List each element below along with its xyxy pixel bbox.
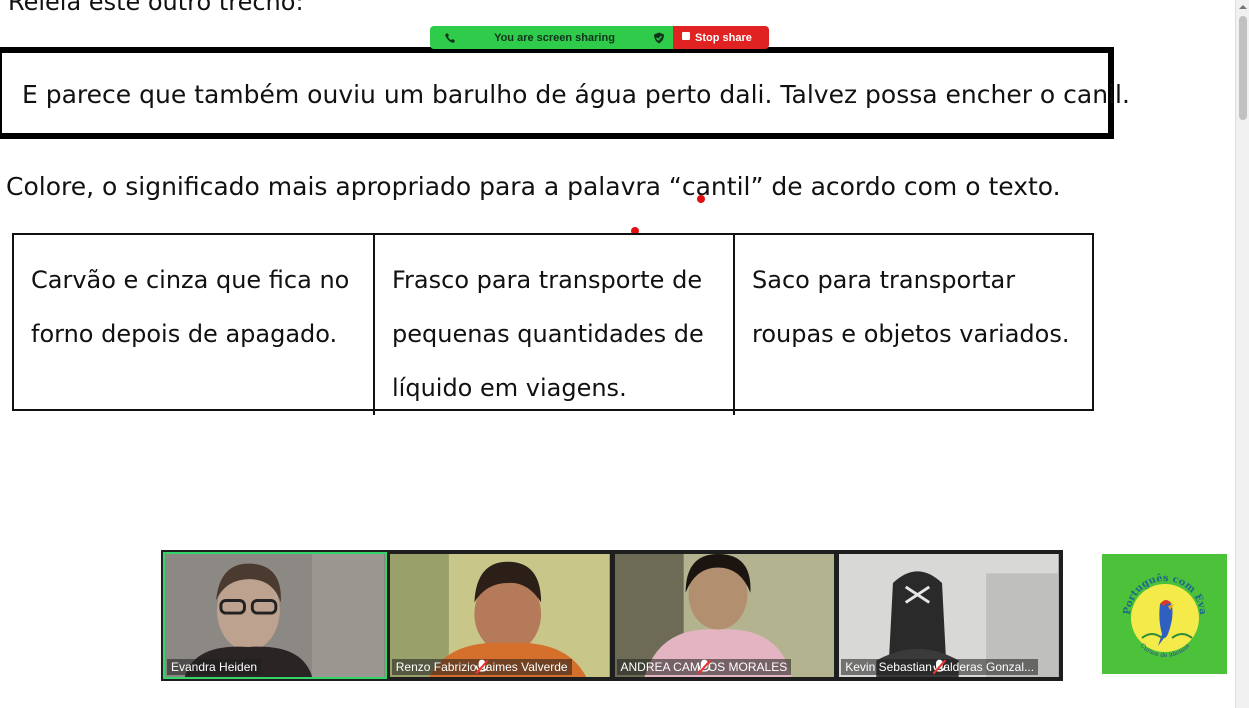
- mic-muted-icon: [932, 659, 947, 675]
- share-status-label: You are screen sharing: [494, 31, 615, 44]
- stop-share-label: Stop share: [695, 31, 752, 44]
- shield-icon: [653, 32, 664, 43]
- participant-name: Evandra Heiden: [171, 660, 258, 674]
- school-logo: Português com Eva Cursos de idiomas: [1102, 554, 1227, 674]
- option-cell: Frasco para transporte de pequenas quant…: [375, 235, 735, 415]
- stop-share-button[interactable]: Stop share: [673, 26, 769, 49]
- slide-heading: Releia este outro trecho:: [8, 0, 304, 16]
- participant-nameplate: Evandra Heiden: [167, 659, 262, 675]
- participant-nameplate: Kevin Sebastian Balderas Gonzal...: [841, 659, 1039, 675]
- option-cell: Saco para transportar roupas e objetos v…: [735, 235, 1096, 415]
- phone-icon: [445, 32, 455, 43]
- option-line: Frasco para transporte de: [392, 266, 703, 294]
- option-line: forno depois de apagado.: [31, 320, 338, 348]
- question-text: Colore, o significado mais apropriado pa…: [6, 172, 1061, 201]
- scroll-up-arrow-icon[interactable]: [1238, 2, 1248, 12]
- participant-tile[interactable]: Evandra Heiden: [163, 552, 387, 679]
- option-line: roupas e objetos variados.: [752, 320, 1070, 348]
- participant-nameplate: Renzo Fabrizio Jaimes Valverde: [391, 659, 572, 675]
- annotation-dot: [697, 195, 705, 203]
- share-status-banner[interactable]: You are screen sharing: [430, 26, 673, 49]
- option-line: Carvão e cinza que fica no: [31, 266, 350, 294]
- participant-tile[interactable]: Kevin Sebastian Balderas Gonzal...: [837, 552, 1061, 679]
- participant-tile[interactable]: Renzo Fabrizio Jaimes Valverde: [388, 552, 612, 679]
- participant-gallery: Evandra Heiden Renzo Fabrizio Jaimes Val…: [161, 550, 1063, 681]
- vertical-scrollbar[interactable]: [1235, 0, 1249, 708]
- option-line: Saco para transportar: [752, 266, 1016, 294]
- answer-options-table: Carvão e cinza que fica no forno depois …: [12, 233, 1094, 415]
- mic-muted-icon: [474, 659, 489, 675]
- option-line: líquido em viagens.: [392, 374, 627, 402]
- screen-share-toolbar: You are screen sharing Stop share: [430, 26, 769, 49]
- participant-tile[interactable]: ANDREA CAMPOS MORALES: [613, 552, 837, 679]
- quote-text: E parece que também ouviu um barulho de …: [22, 80, 1130, 109]
- scroll-thumb[interactable]: [1239, 16, 1247, 120]
- participant-nameplate: ANDREA CAMPOS MORALES: [616, 659, 792, 675]
- stop-icon: [682, 32, 690, 40]
- option-cell: Carvão e cinza que fica no forno depois …: [14, 235, 375, 415]
- parrot-logo-icon: Português com Eva Cursos de idiomas: [1122, 573, 1208, 659]
- option-line: pequenas quantidades de: [392, 320, 704, 348]
- mic-muted-icon: [697, 659, 711, 675]
